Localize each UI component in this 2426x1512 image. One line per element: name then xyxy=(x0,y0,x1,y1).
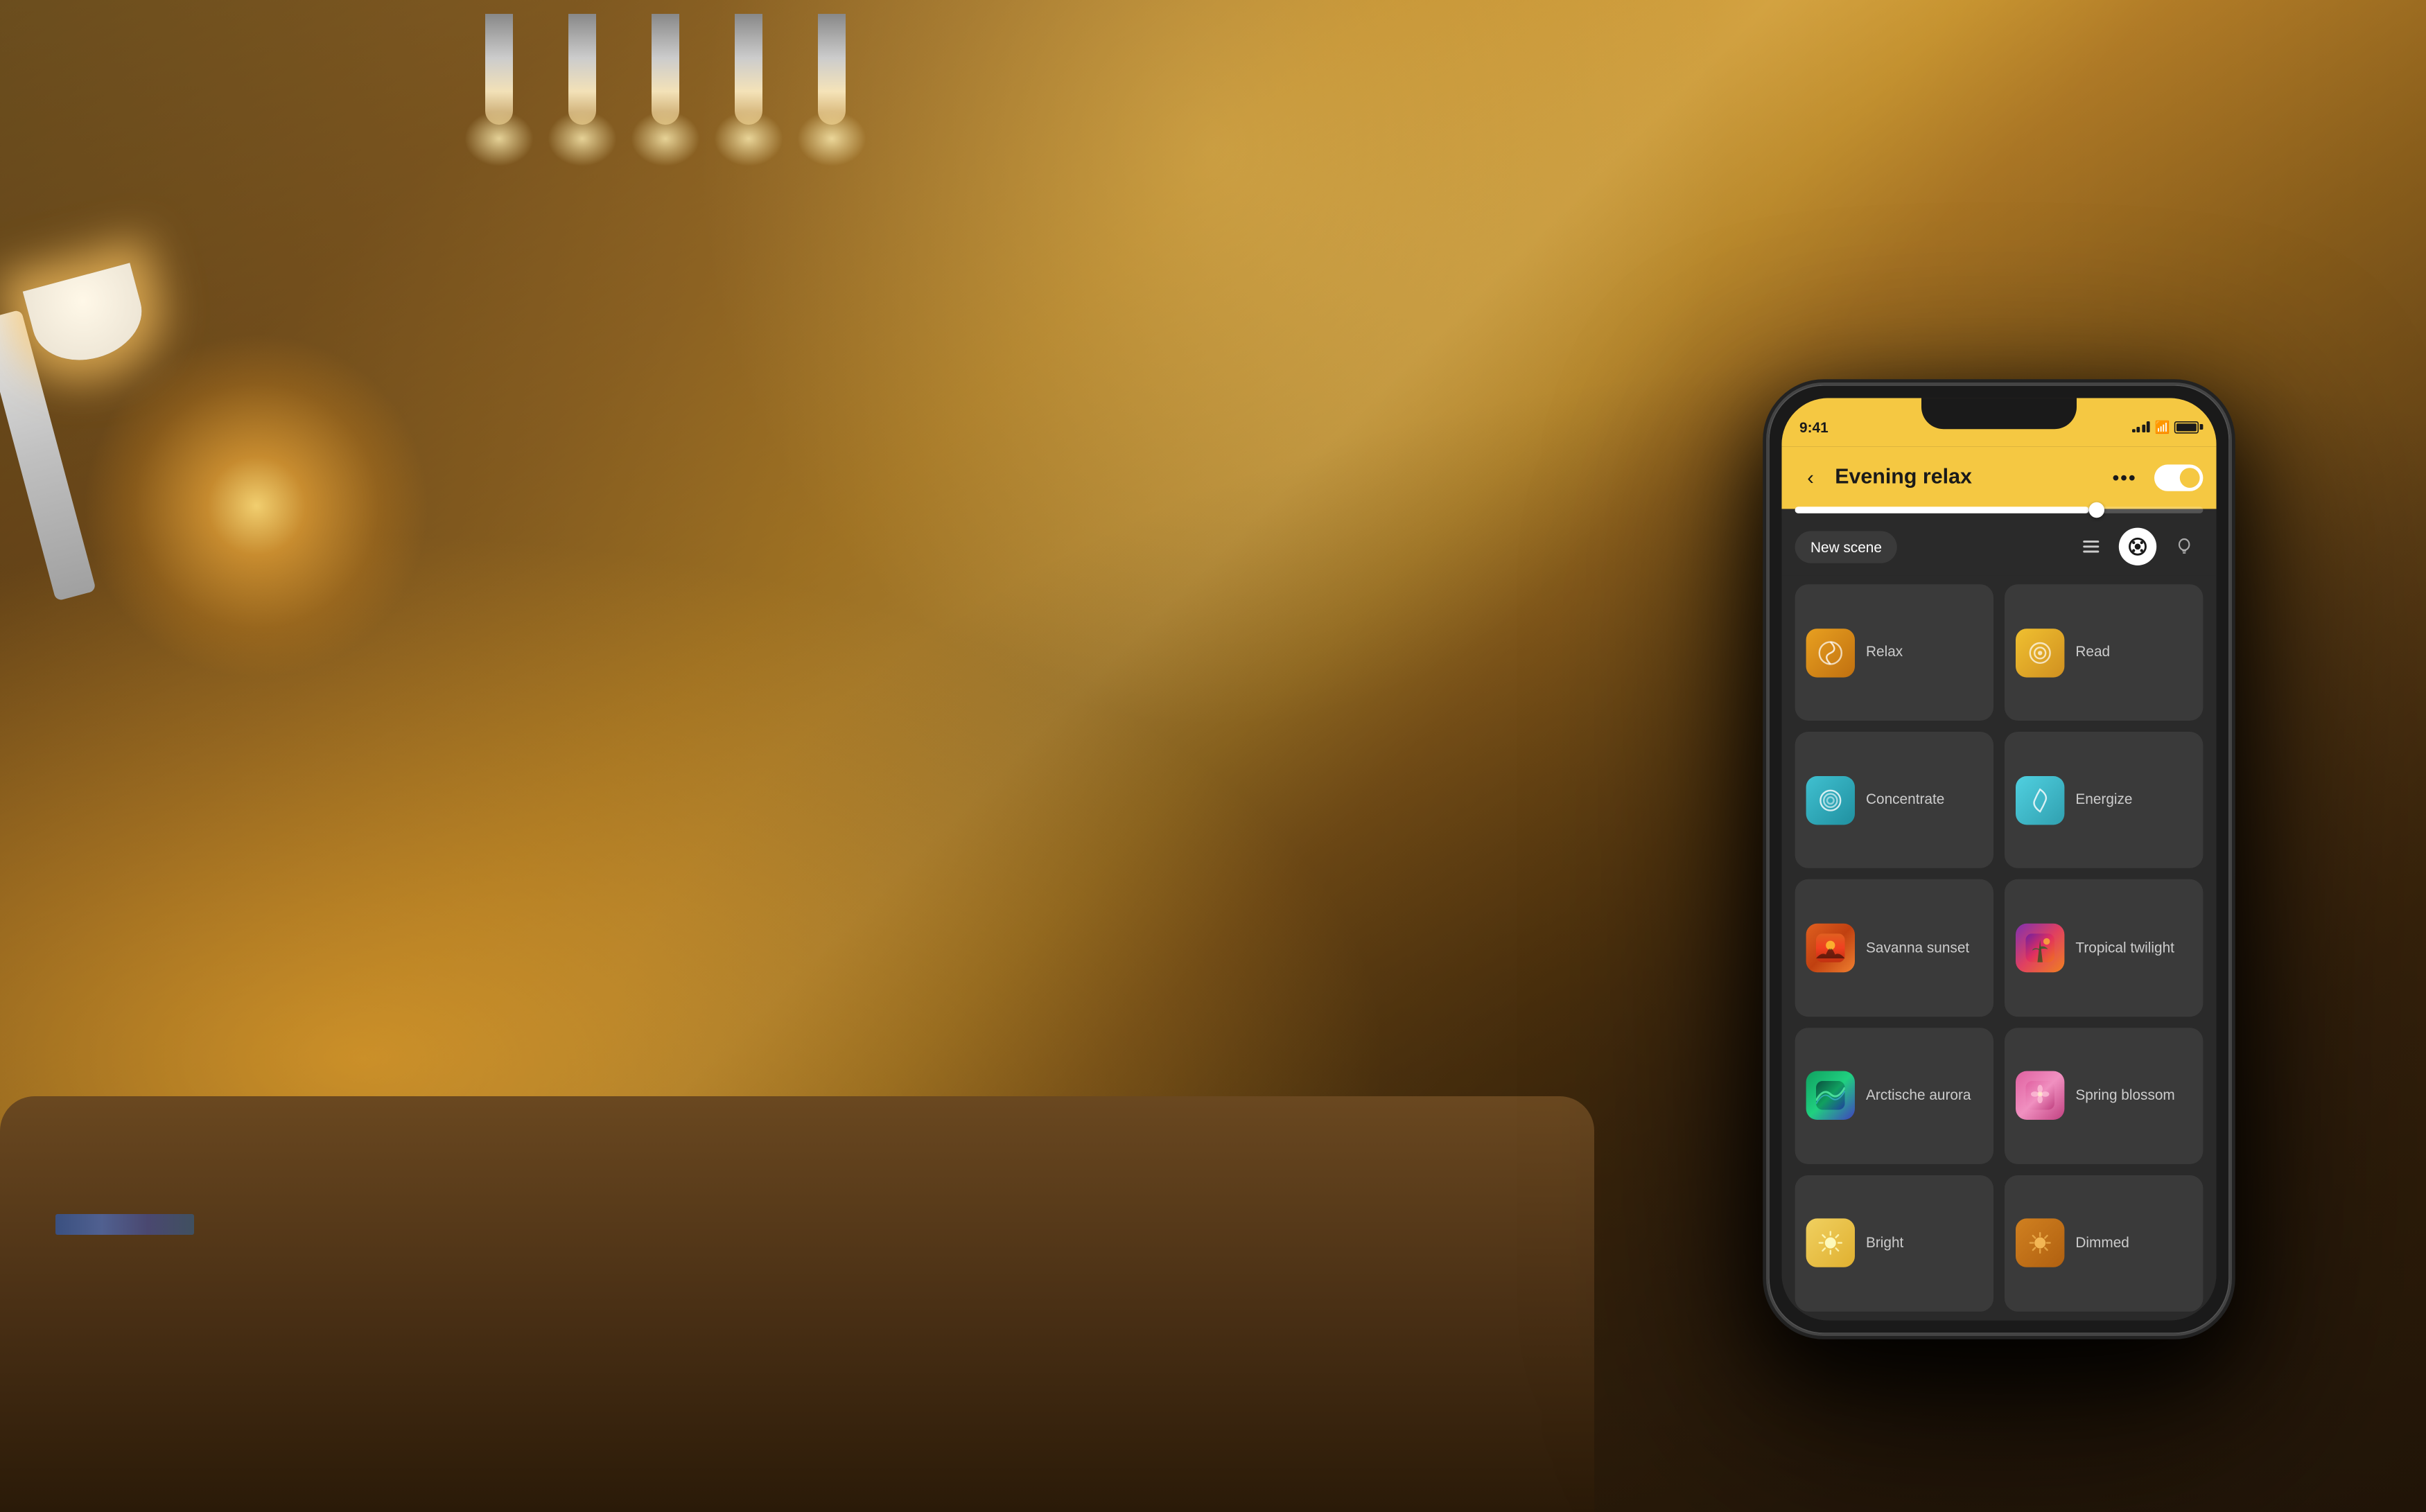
ceiling-light-5 xyxy=(818,14,846,125)
scene-label-tropical: Tropical twilight xyxy=(2075,938,2174,957)
scene-icon-read xyxy=(2016,628,2064,677)
ceiling-light-1 xyxy=(485,14,513,125)
phone-wrapper: 9:41 📶 xyxy=(1766,383,2232,1336)
scene-label-read: Read xyxy=(2075,643,2110,662)
ceiling-light-4 xyxy=(735,14,762,125)
concentrate-icon xyxy=(1816,786,1845,815)
arctic-icon xyxy=(1816,1081,1845,1110)
scene-view-button[interactable] xyxy=(2119,528,2156,565)
scene-icon-dimmed xyxy=(2016,1219,2064,1267)
new-scene-button[interactable]: New scene xyxy=(1795,531,1898,563)
phone-body: 9:41 📶 xyxy=(1766,383,2232,1336)
scene-card-tropical-twilight[interactable]: Tropical twilight xyxy=(2005,879,2203,1016)
brightness-slider[interactable] xyxy=(1795,507,2204,513)
scene-label-relax: Relax xyxy=(1866,643,1903,662)
bright-icon xyxy=(1816,1229,1845,1258)
scene-label-spring: Spring blossom xyxy=(2075,1087,2174,1105)
scene-icon-spring xyxy=(2016,1071,2064,1120)
phone-notch xyxy=(1921,398,2077,429)
energize-icon xyxy=(2025,786,2054,815)
scene-card-energize[interactable]: Energize xyxy=(2005,732,2203,868)
back-arrow-icon: ‹ xyxy=(1807,466,1814,490)
scene-label-dimmed: Dimmed xyxy=(2075,1234,2129,1253)
ceiling-light-2 xyxy=(568,14,596,125)
scene-card-bright[interactable]: Bright xyxy=(1795,1175,1993,1312)
status-icons: 📶 xyxy=(2132,420,2199,434)
scenes-grid: Relax Read xyxy=(1781,575,2216,1320)
table-books xyxy=(55,1214,194,1235)
scene-icon-bright xyxy=(1806,1219,1855,1267)
list-icon xyxy=(2081,536,2101,556)
savanna-icon xyxy=(1816,933,1845,962)
scene-label-concentrate: Concentrate xyxy=(1866,791,1944,809)
phone-screen: 9:41 📶 xyxy=(1781,398,2216,1320)
toggle-knob xyxy=(2180,468,2200,488)
scene-icon-tropical xyxy=(2016,924,2064,972)
light-view-button[interactable] xyxy=(2165,528,2203,565)
power-toggle[interactable] xyxy=(2154,464,2203,491)
header-title: Evening relax xyxy=(1835,466,2095,490)
battery-icon xyxy=(2174,421,2199,433)
spring-icon xyxy=(2025,1081,2054,1110)
dimmed-icon xyxy=(2025,1229,2054,1258)
scene-icon-savanna xyxy=(1806,924,1855,972)
scene-card-concentrate[interactable]: Concentrate xyxy=(1795,732,1993,868)
status-time: 9:41 xyxy=(1799,419,1829,435)
scene-card-dimmed[interactable]: Dimmed xyxy=(2005,1175,2203,1312)
scene-card-savanna-sunset[interactable]: Savanna sunset xyxy=(1795,879,1993,1016)
tropical-icon xyxy=(2025,933,2054,962)
ceiling-light-3 xyxy=(652,14,679,125)
scene-icon-relax xyxy=(1806,628,1855,677)
scene-icon-concentrate xyxy=(1806,776,1855,825)
wifi-icon: 📶 xyxy=(2154,420,2170,434)
list-view-button[interactable] xyxy=(2072,528,2110,565)
slider-thumb[interactable] xyxy=(2089,502,2104,518)
read-icon xyxy=(2025,638,2054,667)
slider-fill xyxy=(1795,507,2089,513)
scene-icon-arctic xyxy=(1806,1071,1855,1120)
scene-card-arctic-aurora[interactable]: Arctische aurora xyxy=(1795,1028,1993,1164)
scene-card-read[interactable]: Read xyxy=(2005,584,2203,721)
scene-card-relax[interactable]: Relax xyxy=(1795,584,1993,721)
lamp-glow xyxy=(83,333,430,679)
couch-area xyxy=(0,1096,1594,1512)
scene-icon-energize xyxy=(2016,776,2064,825)
back-button[interactable]: ‹ xyxy=(1795,462,1826,493)
scene-label-bright: Bright xyxy=(1866,1234,1903,1253)
app-header: ‹ Evening relax ••• xyxy=(1781,447,2216,509)
scene-label-energize: Energize xyxy=(2075,791,2132,809)
signal-icon xyxy=(2132,421,2150,432)
relax-icon xyxy=(1816,638,1845,667)
more-options-button[interactable]: ••• xyxy=(2104,461,2146,493)
ceiling-lights xyxy=(416,0,1248,208)
bulb-icon xyxy=(2174,536,2194,556)
palette-icon xyxy=(2128,536,2148,556)
scenes-toolbar: New scene xyxy=(1781,518,2216,575)
scene-label-arctic: Arctische aurora xyxy=(1866,1087,1971,1105)
scene-label-savanna: Savanna sunset xyxy=(1866,938,1969,957)
scene-card-spring-blossom[interactable]: Spring blossom xyxy=(2005,1028,2203,1164)
